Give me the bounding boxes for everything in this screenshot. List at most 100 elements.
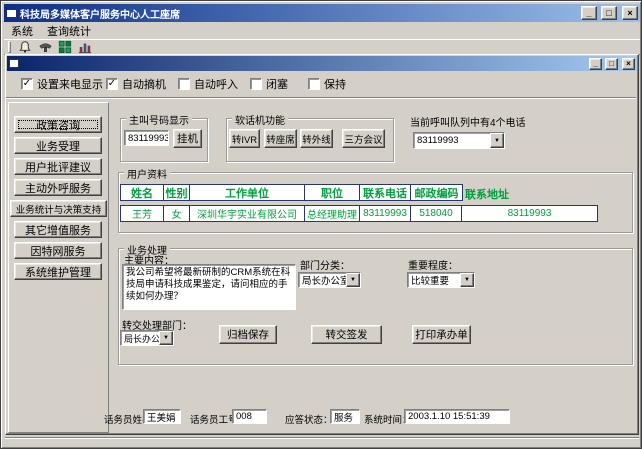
sidebar-item-internet-service[interactable]: 因特网服务 (14, 242, 102, 259)
transfer-ivr-button[interactable]: 转IVR (229, 129, 260, 148)
menu-query-statistics[interactable]: 查询统计 (40, 23, 98, 39)
sidebar-item-stats-decision[interactable]: 业务统计与决策支持 (10, 200, 107, 217)
maximize-button[interactable]: □ (601, 6, 617, 20)
user-table-row[interactable]: 王芳 女 深圳华宇实业有限公司 总经理助理 83119993 518040 83… (120, 205, 598, 222)
answer-state-field[interactable]: 服务 (330, 409, 360, 424)
importance-label: 重要程度： (408, 257, 458, 272)
main-content-textarea[interactable]: 我公司希望将最新研制的CRM系统在科技局申请科技成果鉴定，请问相应的手续如何办理… (122, 264, 296, 310)
archive-save-button[interactable]: 归档保存 (219, 325, 277, 344)
checkbox-box[interactable]: ✓ (106, 78, 118, 90)
checkbox-label: 自动呼入 (194, 76, 238, 92)
bell-icon[interactable] (17, 40, 33, 55)
checkbox-label: 自动摘机 (122, 76, 166, 92)
sidebar-item-label: 其它增值服务 (25, 222, 91, 238)
queue-selected-value: 83119993 (414, 133, 490, 148)
chevron-down-icon[interactable]: ▼ (460, 273, 474, 287)
sidebar-item-user-feedback[interactable]: 用户批评建议 (14, 158, 102, 175)
print-form-button[interactable]: 打印承办单 (412, 325, 471, 344)
transfer-agent-button[interactable]: 转座席 (264, 129, 297, 148)
close-button[interactable]: × (622, 6, 638, 20)
menu-system[interactable]: 系统 (4, 23, 40, 39)
operator-id-field[interactable]: 008 (232, 409, 267, 424)
queue-label: 当前呼叫队列中有4个电话 (410, 114, 526, 129)
user-table-header: 姓名 性别 工作单位 职位 联系电话 邮政编码 (120, 184, 463, 201)
dept-category-label: 部门分类： (300, 257, 350, 272)
window-title: 科技局多媒体客户服务中心人工座席 (20, 6, 577, 21)
conference-button[interactable]: 三方会议 (342, 129, 385, 148)
checkbox-caller-id-display[interactable]: ✓ 设置来电显示 (21, 76, 103, 92)
chevron-down-icon[interactable]: ▼ (346, 273, 360, 287)
checkbox-auto-callin[interactable]: 自动呼入 (178, 76, 238, 92)
system-time-field[interactable]: 2003.1.10 15:51:39 (404, 409, 510, 424)
toolbar-drag-handle[interactable] (8, 41, 11, 53)
col-header-address: 联系地址 (465, 186, 509, 202)
col-header-workunit: 工作单位 (190, 185, 305, 200)
transfer-outside-button[interactable]: 转外线 (300, 129, 333, 148)
sidebar-item-system-maintenance[interactable]: 系统维护管理 (14, 263, 102, 280)
separator-line (6, 97, 636, 99)
importance-select[interactable]: 比较重要 ▼ (407, 272, 475, 288)
caller-number-group-label: 主叫号码显示 (126, 112, 192, 127)
operator-name-field[interactable]: 王美娟 (143, 409, 181, 424)
child-minimize-button[interactable]: _ (589, 58, 602, 70)
checkbox-box[interactable]: ✓ (21, 78, 33, 90)
phone-icon[interactable] (37, 40, 53, 55)
importance-value: 比较重要 (408, 273, 460, 287)
col-header-gender: 性别 (164, 185, 190, 200)
transfer-dept-select[interactable]: 局长办公室 ▼ (120, 330, 174, 346)
title-bar: 科技局多媒体客户服务中心人工座席 _ □ × (4, 4, 640, 22)
cell-address: 83119993 (462, 206, 597, 221)
child-title-bar: _ □ × (7, 56, 637, 71)
chart-icon[interactable] (77, 40, 93, 55)
network-icon[interactable] (57, 40, 73, 55)
focus-rect (18, 120, 98, 129)
child-close-button[interactable]: × (622, 58, 635, 70)
call-options-row: ✓ 设置来电显示 ✓ 自动摘机 自动呼入 闭塞 保持 (6, 71, 636, 97)
chevron-down-icon[interactable]: ▼ (490, 133, 504, 148)
cell-gender: 女 (164, 206, 190, 221)
sidebar-item-business-accept[interactable]: 业务受理 (14, 137, 102, 154)
checkbox-box[interactable] (250, 78, 262, 90)
checkbox-label: 闭塞 (266, 76, 288, 92)
toolbar (4, 39, 640, 55)
transfer-dept-value: 局长办公室 (121, 331, 159, 345)
sidebar-item-label: 用户批评建议 (25, 159, 91, 175)
window-bottom-edge (5, 437, 639, 439)
document-icon (9, 59, 19, 68)
menu-bar: 系统 查询统计 (4, 23, 640, 38)
minimize-button[interactable]: _ (581, 6, 597, 20)
checkbox-block[interactable]: 闭塞 (250, 76, 288, 92)
cell-workunit: 深圳华宇实业有限公司 (190, 206, 305, 221)
sidebar-item-policy-consult[interactable]: 政策咨询 (14, 116, 102, 133)
user-info-group: 用户资料 (118, 172, 633, 233)
child-maximize-button[interactable]: □ (605, 58, 618, 70)
hangup-button[interactable]: 挂机 (173, 129, 202, 148)
checkbox-hold[interactable]: 保持 (308, 76, 346, 92)
cell-name: 王芳 (121, 206, 164, 221)
cell-zipcode: 518040 (411, 206, 462, 221)
col-header-position: 职位 (305, 185, 360, 200)
softphone-group-label: 软话机功能 (232, 112, 288, 127)
sidebar-item-label: 因特网服务 (31, 243, 86, 259)
sidebar-item-label: 系统维护管理 (25, 264, 91, 280)
sidebar-item-label: 业务受理 (36, 138, 80, 154)
sidebar-item-outbound-service[interactable]: 主动外呼服务 (14, 179, 102, 196)
col-header-phone: 联系电话 (360, 185, 411, 200)
answer-state-label: 应答状态： (285, 412, 333, 426)
chevron-down-icon[interactable]: ▼ (159, 331, 173, 345)
cell-position: 总经理助理 (305, 206, 360, 221)
checkbox-auto-offhook[interactable]: ✓ 自动摘机 (106, 76, 166, 92)
user-info-group-label: 用户资料 (124, 166, 170, 181)
caller-number-input[interactable]: 83119993 (124, 130, 169, 146)
application-window: 科技局多媒体客户服务中心人工座席 _ □ × 系统 查询统计 _ □ × (0, 0, 642, 449)
checkbox-box[interactable] (178, 78, 190, 90)
sidebar-item-label: 业务统计与决策支持 (16, 202, 102, 216)
queue-select[interactable]: 83119993 ▼ (413, 132, 505, 149)
checkbox-box[interactable] (308, 78, 320, 90)
dept-category-select[interactable]: 局长办公室 ▼ (298, 272, 361, 288)
sidebar-item-value-added[interactable]: 其它增值服务 (14, 221, 102, 238)
dept-category-value: 局长办公室 (299, 273, 346, 287)
col-header-zipcode: 邮政编码 (411, 185, 462, 200)
transfer-issue-button[interactable]: 转交签发 (311, 325, 382, 344)
checkbox-label: 设置来电显示 (37, 76, 103, 92)
